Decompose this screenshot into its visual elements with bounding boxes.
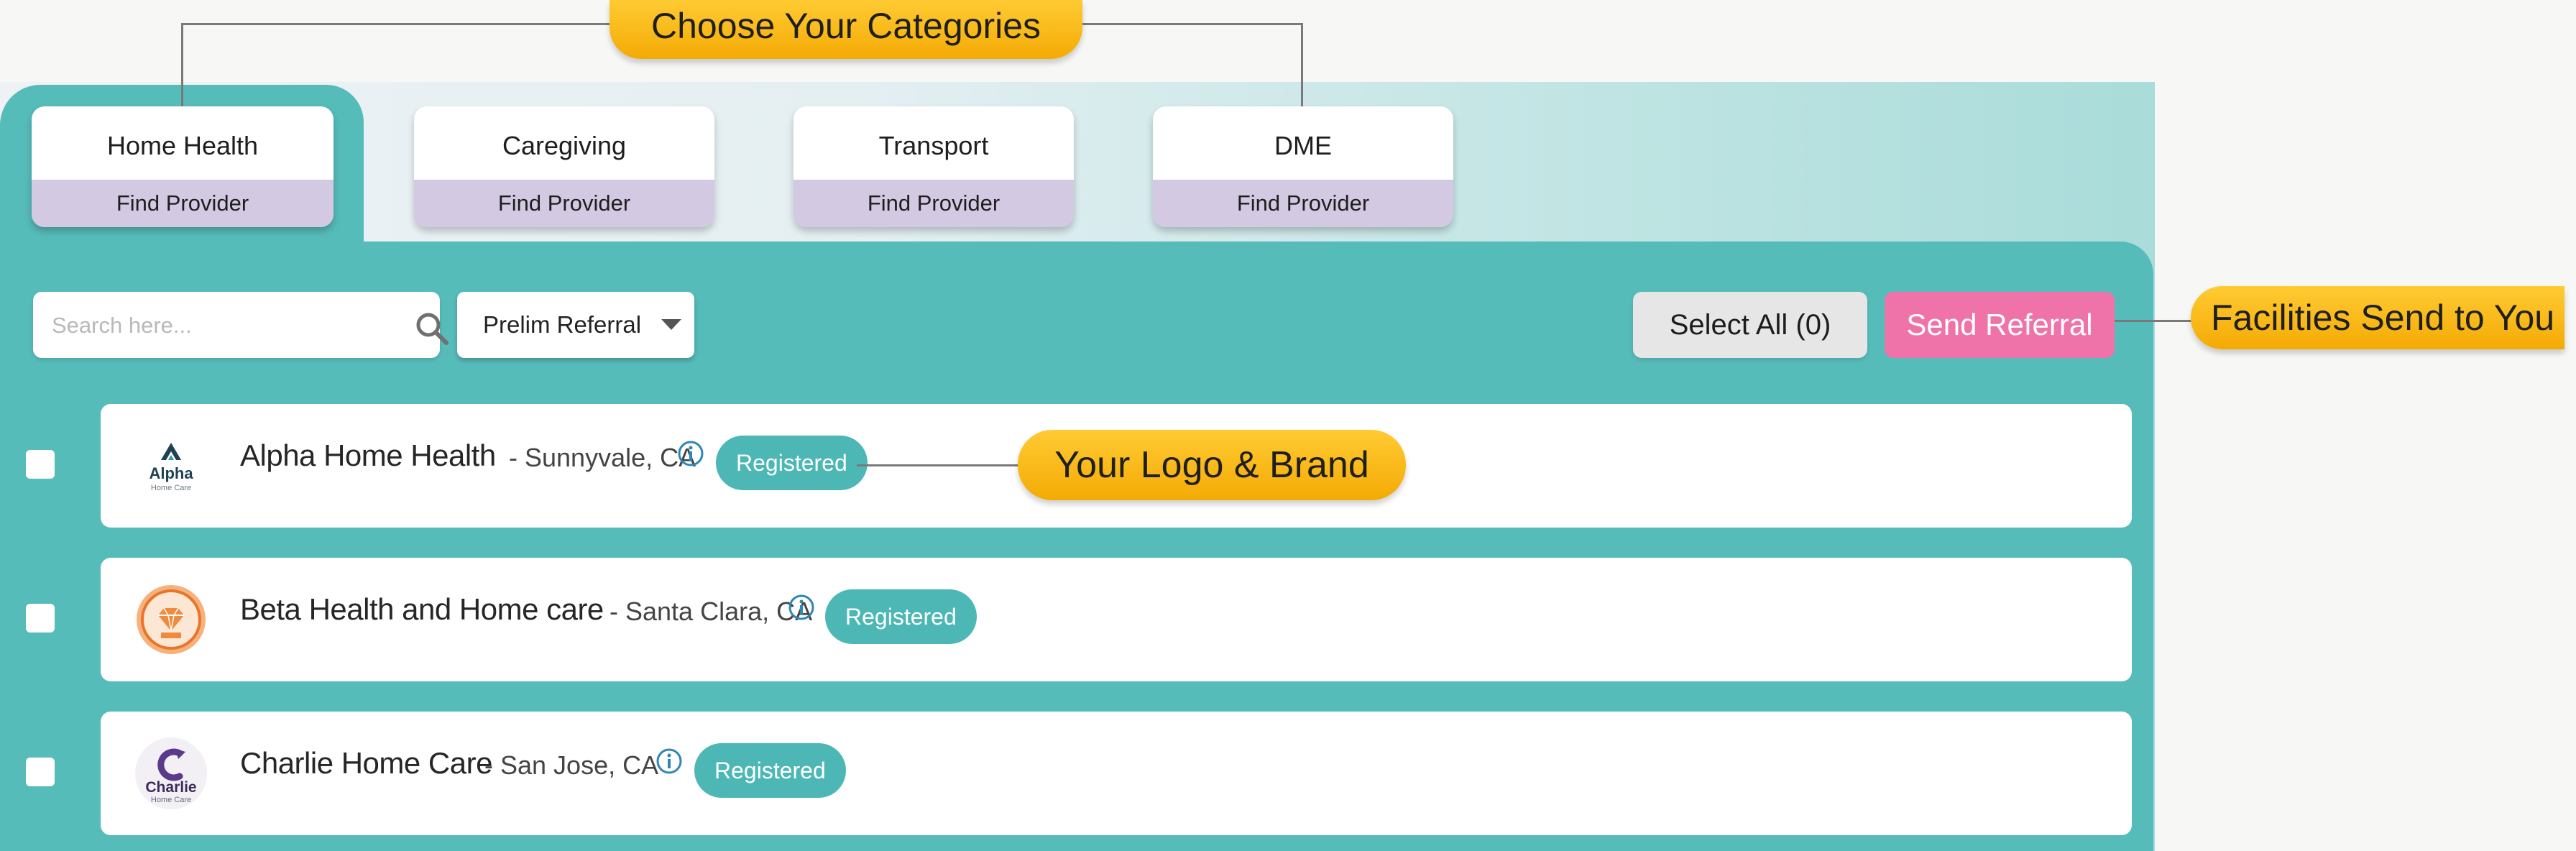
status-badge: Registered — [694, 743, 846, 798]
send-referral-button[interactable]: Send Referral — [1885, 292, 2115, 358]
provider-location: - San Jose, CA — [484, 750, 659, 780]
alpha-logo-subtext: Home Care — [151, 484, 191, 492]
status-badge: Registered — [825, 589, 977, 644]
callout-connector-logo — [857, 464, 1021, 466]
tab-home-health[interactable]: Home Health Find Provider — [32, 106, 334, 227]
provider-name[interactable]: Beta Health and Home care — [240, 592, 604, 627]
find-provider-link[interactable]: Find Provider — [32, 180, 334, 227]
provider-checkbox[interactable] — [26, 604, 55, 632]
referral-type-value: Prelim Referral — [483, 311, 642, 338]
referral-type-select[interactable]: Prelim Referral — [457, 292, 694, 358]
provider-checkbox[interactable] — [26, 450, 55, 479]
charlie-logo-text: Charlie — [145, 779, 196, 796]
callout-facilities-send: Facilities Send to You — [2191, 286, 2564, 349]
alpha-logo-text: Alpha — [149, 464, 193, 482]
callout-text: Facilities Send to You — [2211, 298, 2555, 338]
callout-connector-right-vertical — [1301, 23, 1303, 106]
provider-row[interactable]: Beta Health and Home care - Santa Clara,… — [101, 558, 2132, 681]
callout-logo-brand: Your Logo & Brand — [1018, 430, 1406, 500]
tab-label: Home Health — [106, 131, 259, 160]
provider-name[interactable]: Alpha Home Health — [240, 438, 496, 473]
charlie-logo-subtext: Home Care — [151, 796, 191, 804]
chevron-down-icon — [661, 319, 681, 330]
find-provider-link[interactable]: Find Provider — [794, 180, 1074, 227]
tab-transport[interactable]: Transport Find Provider — [794, 106, 1074, 227]
provider-location: - Sunnyvale, CA — [509, 443, 696, 472]
info-icon[interactable] — [656, 748, 683, 775]
callout-connector-facilities — [2115, 320, 2194, 322]
tab-label: DME — [1274, 131, 1332, 160]
tab-dme[interactable]: DME Find Provider — [1153, 106, 1453, 227]
info-icon[interactable] — [677, 440, 704, 467]
callout-connector-left-horizontal — [181, 23, 612, 25]
status-badge: Registered — [716, 436, 868, 490]
find-provider-link[interactable]: Find Provider — [1153, 180, 1453, 227]
charlie-logo-icon: Charlie Home Care — [132, 735, 210, 812]
callout-choose-categories: Choose Your Categories — [610, 0, 1082, 59]
select-all-button[interactable]: Select All (0) — [1633, 292, 1867, 358]
provider-row[interactable]: Charlie Home Care Charlie Home Care - Sa… — [101, 712, 2132, 835]
beta-logo-icon — [132, 581, 210, 658]
tab-label: Transport — [878, 131, 989, 160]
tab-label: Caregiving — [502, 131, 627, 160]
callout-connector-left-vertical — [181, 23, 183, 106]
search-input[interactable] — [50, 292, 384, 359]
provider-name[interactable]: Charlie Home Care — [240, 746, 492, 781]
find-provider-link[interactable]: Find Provider — [414, 180, 714, 227]
search-box[interactable] — [33, 292, 448, 359]
callout-text: Choose Your Categories — [650, 6, 1041, 46]
info-icon[interactable] — [788, 594, 815, 621]
search-icon[interactable] — [414, 310, 450, 346]
callout-text: Your Logo & Brand — [1054, 444, 1369, 486]
provider-location: - Santa Clara, CA — [610, 597, 813, 626]
tab-caregiving[interactable]: Caregiving Find Provider — [414, 106, 714, 227]
alpha-logo-icon: Alpha Home Care — [132, 427, 210, 505]
callout-connector-right-horizontal — [1078, 23, 1302, 25]
provider-checkbox[interactable] — [26, 758, 55, 786]
